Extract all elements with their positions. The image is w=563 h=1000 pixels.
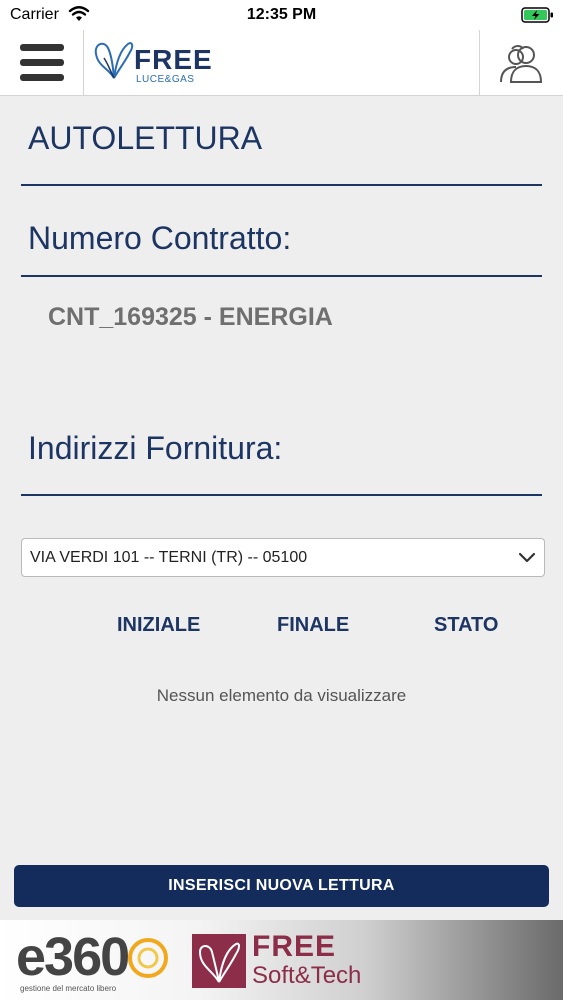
battery-charging-icon — [521, 6, 555, 29]
contract-value: CNT_169325 - ENERGIA — [48, 303, 333, 331]
contract-label: Numero Contratto: — [28, 220, 292, 256]
chevron-down-icon — [518, 549, 536, 572]
top-navbar: FREE LUCE&GAS — [0, 30, 563, 96]
footer-branding: e360 gestione del mercato libero FREE So… — [0, 920, 563, 1000]
empty-table-message: Nessun elemento da visualizzare — [156, 686, 407, 705]
e360-logo-word: e360 — [16, 927, 130, 987]
e360-logo: e360 gestione del mercato libero — [14, 924, 184, 996]
supply-address-select[interactable]: VIA VERDI 101 -- TERNI (TR) -- 05100 — [21, 538, 545, 577]
butterfly-icon — [192, 934, 246, 988]
page-title: AUTOLETTURA — [28, 120, 263, 156]
divider — [21, 275, 542, 277]
e360-swirl-icon — [126, 932, 170, 989]
clock-label: 12:35 PM — [246, 6, 317, 23]
free-soft-tech-logo: FREE Soft&Tech — [192, 928, 392, 994]
free-luce-gas-logo: FREE LUCE&GAS — [94, 38, 224, 88]
column-header-iniziale: INIZIALE — [117, 614, 201, 636]
supply-address-label: Indirizzi Fornitura: — [28, 430, 283, 466]
divider — [21, 494, 542, 496]
supply-address-selected: VIA VERDI 101 -- TERNI (TR) -- 05100 — [30, 549, 308, 566]
column-header-finale: FINALE — [277, 614, 350, 636]
hamburger-menu-icon[interactable] — [0, 30, 84, 96]
insert-new-reading-button[interactable]: INSERISCI NUOVA LETTURA — [14, 865, 549, 907]
free-soft-tech-word: FREE — [252, 930, 337, 963]
divider — [21, 184, 542, 186]
status-bar: Carrier 12:35 PM — [0, 0, 563, 30]
users-icon[interactable] — [479, 30, 563, 96]
butterfly-icon — [94, 38, 134, 87]
column-header-stato: STATO — [434, 614, 499, 636]
logo-word: FREE — [134, 44, 213, 75]
e360-logo-subtitle: gestione del mercato libero — [20, 984, 117, 993]
logo-subtitle: LUCE&GAS — [136, 74, 195, 85]
free-soft-tech-subtitle: Soft&Tech — [252, 962, 362, 989]
